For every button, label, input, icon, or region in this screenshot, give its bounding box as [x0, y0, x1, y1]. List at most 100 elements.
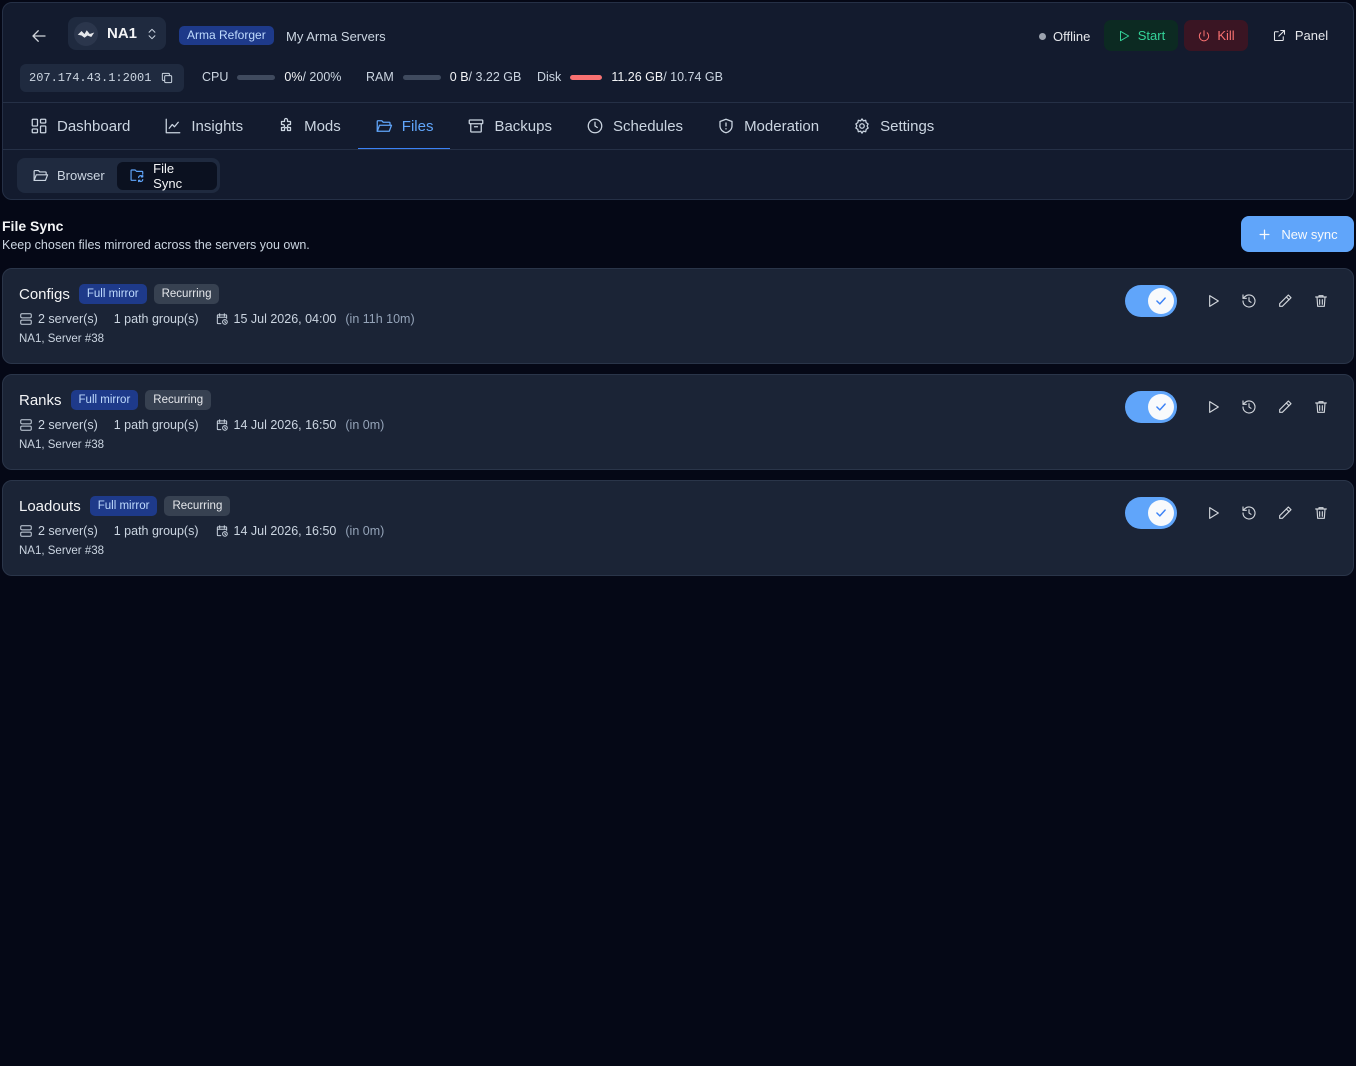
delete-button[interactable] — [1309, 289, 1333, 313]
sync-name: Ranks — [19, 391, 62, 409]
disk-label: Disk — [537, 70, 562, 84]
history-button[interactable] — [1237, 395, 1261, 419]
calendar-clock-icon — [216, 313, 228, 325]
server-logo-icon — [74, 21, 98, 46]
server-group-link[interactable]: My Arma Servers — [286, 29, 386, 44]
sync-servers: NA1, Server #38 — [19, 333, 105, 345]
cpu-label: CPU — [202, 70, 229, 84]
path-groups: 1 path group(s) — [114, 524, 199, 538]
panel-link-button[interactable]: Panel — [1263, 20, 1337, 51]
ram-bar — [402, 74, 441, 80]
start-button[interactable]: Start — [1104, 20, 1178, 51]
type-badge: Recurring — [164, 496, 231, 516]
tab-dashboard[interactable]: Dashboard — [13, 103, 147, 149]
disk-usage: Disk 11.26 GB / 10.74 GB — [537, 70, 723, 84]
cpu-value: 0% — [284, 70, 303, 84]
tab-label: Files — [401, 117, 434, 135]
edit-button[interactable] — [1273, 395, 1297, 419]
delete-button[interactable] — [1309, 501, 1333, 525]
tab-label: Mods — [304, 117, 341, 135]
next-run-relative: (in 11h 10m) — [345, 312, 415, 326]
ram-max: / 3.22 GB — [468, 70, 522, 84]
enable-toggle[interactable] — [1125, 285, 1177, 317]
server-count: 2 server(s) — [19, 312, 98, 326]
page-description: Keep chosen files mirrored across the se… — [2, 238, 310, 252]
history-icon — [1242, 506, 1256, 520]
files-subtabs: Browser File Sync — [17, 158, 220, 193]
archive-icon — [469, 119, 484, 133]
calendar-clock-icon — [216, 419, 228, 431]
type-badge: Recurring — [145, 390, 212, 410]
folder-sync-icon — [130, 169, 144, 183]
next-run: 15 Jul 2026, 04:00 (in 11h 10m) — [215, 312, 415, 326]
next-run: 14 Jul 2026, 16:50 (in 0m) — [215, 418, 385, 432]
tab-label: Moderation — [744, 117, 820, 135]
enable-toggle[interactable] — [1125, 391, 1177, 423]
disk-max: / 10.74 GB — [663, 70, 723, 84]
enable-toggle[interactable] — [1125, 497, 1177, 529]
server-count: 2 server(s) — [19, 524, 98, 538]
ram-value: 0 B — [449, 70, 469, 84]
new-sync-button[interactable]: New sync — [1241, 216, 1354, 252]
sync-card: Ranks Full mirror Recurring 2 server(s) … — [2, 374, 1354, 470]
path-groups-text: 1 path group(s) — [113, 524, 199, 538]
next-run-date: 14 Jul 2026, 16:50 — [233, 524, 337, 538]
subtab-label: File Sync — [153, 160, 183, 191]
ip-address: 207.174.43.1:2001 — [29, 71, 152, 85]
tab-files[interactable]: Files — [357, 103, 451, 150]
server-icon — [20, 419, 32, 431]
folder-open-icon — [376, 120, 392, 132]
cpu-usage: CPU 0% / 200% — [202, 70, 341, 84]
next-run-relative: (in 0m) — [345, 524, 385, 538]
game-badge: Arma Reforger — [179, 26, 274, 45]
folder-open-icon — [33, 169, 49, 182]
power-icon — [1199, 29, 1210, 41]
puzzle-icon — [280, 117, 292, 132]
tab-schedules[interactable]: Schedules — [569, 103, 700, 149]
mode-badge: Full mirror — [70, 390, 139, 410]
path-groups: 1 path group(s) — [114, 312, 199, 326]
mode-badge: Full mirror — [89, 496, 158, 516]
tab-insights[interactable]: Insights — [147, 103, 260, 149]
kill-button[interactable]: Kill — [1184, 20, 1248, 51]
history-button[interactable] — [1237, 501, 1261, 525]
run-now-button[interactable] — [1201, 501, 1225, 525]
back-arrow-icon[interactable] — [27, 24, 51, 48]
play-icon — [1209, 295, 1219, 307]
run-now-button[interactable] — [1201, 395, 1225, 419]
history-button[interactable] — [1237, 289, 1261, 313]
delete-button[interactable] — [1309, 395, 1333, 419]
server-count: 2 server(s) — [19, 418, 98, 432]
tab-settings[interactable]: Settings — [836, 103, 951, 149]
run-now-button[interactable] — [1201, 289, 1225, 313]
edit-button[interactable] — [1273, 289, 1297, 313]
tab-backups[interactable]: Backups — [450, 103, 569, 149]
external-link-icon — [1273, 29, 1285, 42]
play-icon — [1119, 30, 1129, 41]
server-icon — [20, 313, 32, 325]
server-switcher[interactable]: NA1 — [68, 17, 166, 50]
path-groups: 1 path group(s) — [114, 418, 199, 432]
tab-mods[interactable]: Mods — [260, 103, 358, 149]
dashboard-icon — [31, 118, 47, 134]
tab-moderation[interactable]: Moderation — [700, 103, 836, 149]
cpu-max: / 200% — [302, 70, 342, 84]
sync-name: Configs — [19, 285, 70, 303]
check-icon — [1148, 288, 1174, 314]
history-icon — [1242, 294, 1256, 308]
new-sync-label: New sync — [1281, 226, 1338, 242]
next-run-relative: (in 0m) — [345, 418, 385, 432]
tab-label: Settings — [880, 117, 935, 135]
copy-icon[interactable] — [160, 71, 174, 85]
sync-servers: NA1, Server #38 — [19, 439, 105, 451]
next-run-date: 15 Jul 2026, 04:00 — [233, 312, 337, 326]
subtab-browser[interactable]: Browser — [20, 162, 117, 190]
edit-button[interactable] — [1273, 501, 1297, 525]
trash-icon — [1315, 295, 1327, 307]
sync-card: Loadouts Full mirror Recurring 2 server(… — [2, 480, 1354, 576]
subtab-file-sync[interactable]: File Sync — [116, 160, 217, 191]
path-groups-text: 1 path group(s) — [113, 418, 199, 432]
next-run: 14 Jul 2026, 16:50 (in 0m) — [215, 524, 385, 538]
tab-label: Dashboard — [57, 117, 131, 135]
server-icon — [20, 525, 32, 537]
